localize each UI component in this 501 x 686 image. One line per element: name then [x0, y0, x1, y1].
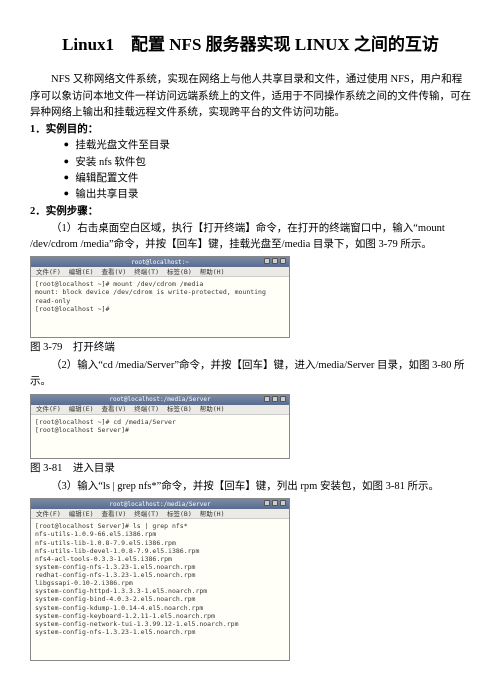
goal-item: 输出共享目录 [64, 187, 471, 203]
window-menubar: 文件(F) 编辑(E) 查看(V) 终端(T) 标签(B) 帮助(H) [31, 509, 289, 519]
menu-file: 文件(F) [36, 509, 61, 519]
step-3-text: （3）输入“ls | grep nfs*”命令，并按【回车】键，列出 rpm 安… [30, 479, 471, 495]
window-title: root@localhost:/media/Server [109, 395, 210, 404]
figure-caption-1: 图 3-79 打开终端 [30, 340, 471, 356]
screenshot-3: root@localhost:/media/Server 文件(F) 编辑(E)… [30, 498, 290, 661]
maximize-icon [272, 500, 278, 506]
minimize-icon [264, 258, 270, 264]
menu-file: 文件(F) [36, 267, 61, 277]
window-title: root@localhost:/media/Server [109, 500, 210, 509]
window-titlebar: root@localhost:/media/Server [31, 395, 289, 405]
section-1-heading: 1．实例目的： [30, 122, 471, 138]
window-titlebar: root@localhost:/media/Server [31, 499, 289, 509]
minimize-icon [264, 500, 270, 506]
goal-item: 挂载光盘文件至目录 [64, 138, 471, 154]
menu-view: 查看(V) [102, 404, 127, 414]
menu-term: 终端(T) [134, 267, 159, 277]
close-icon [280, 500, 286, 506]
menu-tabs: 标签(B) [167, 509, 192, 519]
screenshot-2: root@localhost:/media/Server 文件(F) 编辑(E)… [30, 394, 290, 459]
figure-caption-2: 图 3-81 进入目录 [30, 461, 471, 477]
maximize-icon [272, 258, 278, 264]
step-1-text: （1）右击桌面空白区域，执行【打开终端】命令，在打开的终端窗口中，输入“moun… [30, 221, 471, 254]
menu-tabs: 标签(B) [167, 267, 192, 277]
terminal-output-2: [root@localhost ~]# cd /media/Server [ro… [31, 415, 289, 458]
menu-edit: 编辑(E) [69, 404, 94, 414]
terminal-output-3: [root@localhost Server]# ls | grep nfs* … [31, 519, 289, 660]
maximize-icon [272, 396, 278, 402]
menu-view: 查看(V) [102, 509, 127, 519]
section-2-heading: 2．实例步骤： [30, 204, 471, 220]
menu-file: 文件(F) [36, 404, 61, 414]
menu-help: 帮助(H) [200, 509, 225, 519]
menu-term: 终端(T) [134, 404, 159, 414]
window-titlebar: root@localhost:~ [31, 257, 289, 267]
menu-edit: 编辑(E) [69, 267, 94, 277]
menu-view: 查看(V) [102, 267, 127, 277]
step-2-text: （2）输入“cd /media/Server”命令，并按【回车】键，进入/med… [30, 358, 471, 391]
goal-item: 编辑配置文件 [64, 171, 471, 187]
intro-paragraph: NFS 又称网络文件系统，实现在网络上与他人共享目录和文件，通过使用 NFS，用… [30, 72, 471, 121]
page-title: Linux1 配置 NFS 服务器实现 LINUX 之间的互访 [30, 32, 471, 58]
goal-item: 安装 nfs 软件包 [64, 155, 471, 171]
window-menubar: 文件(F) 编辑(E) 查看(V) 终端(T) 标签(B) 帮助(H) [31, 405, 289, 415]
menu-edit: 编辑(E) [69, 509, 94, 519]
goals-list: 挂载光盘文件至目录 安装 nfs 软件包 编辑配置文件 输出共享目录 [30, 138, 471, 203]
close-icon [280, 396, 286, 402]
window-menubar: 文件(F) 编辑(E) 查看(V) 终端(T) 标签(B) 帮助(H) [31, 267, 289, 277]
minimize-icon [264, 396, 270, 402]
window-title: root@localhost:~ [131, 258, 189, 267]
menu-help: 帮助(H) [200, 267, 225, 277]
screenshot-1: root@localhost:~ 文件(F) 编辑(E) 查看(V) 终端(T)… [30, 256, 290, 338]
terminal-output-1: [root@localhost ~]# mount /dev/cdrom /me… [31, 277, 289, 337]
menu-help: 帮助(H) [200, 404, 225, 414]
menu-tabs: 标签(B) [167, 404, 192, 414]
close-icon [280, 258, 286, 264]
menu-term: 终端(T) [134, 509, 159, 519]
